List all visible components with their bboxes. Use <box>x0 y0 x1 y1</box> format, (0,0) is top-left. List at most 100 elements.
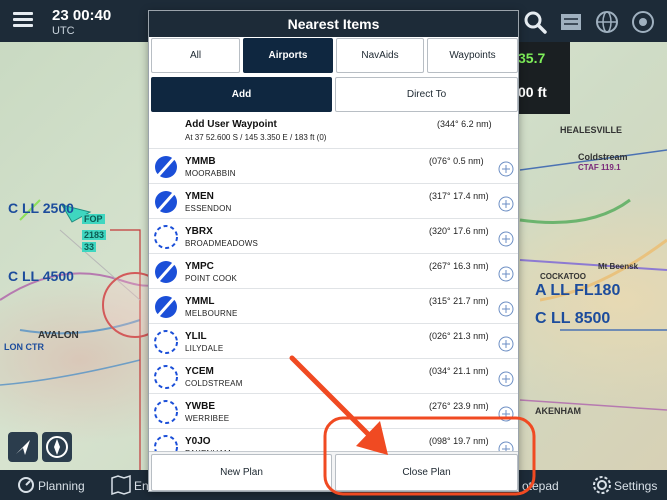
enroute-map-icon[interactable] <box>110 475 132 495</box>
planning-icon[interactable] <box>16 475 36 495</box>
direct-to-button[interactable]: Direct To <box>335 77 518 112</box>
map-label: CTAF 119.1 <box>578 163 621 172</box>
altitude-readout: 00 ft <box>518 84 547 100</box>
add-to-plan-icon[interactable] <box>498 301 514 317</box>
user-waypoint-coords: At 37 52.600 S / 145 3.350 E / 183 ft (0… <box>185 133 327 142</box>
airport-row[interactable]: YMML MELBOURNE (315° 21.7 nm) <box>149 289 518 324</box>
new-plan-button[interactable]: New Plan <box>151 454 332 491</box>
add-to-plan-icon[interactable] <box>498 231 514 247</box>
airport-row[interactable]: YLIL LILYDALE (026° 21.3 nm) <box>149 324 518 359</box>
airport-row[interactable]: YBRX BROADMEADOWS (320° 17.6 nm) <box>149 219 518 254</box>
add-to-plan-icon[interactable] <box>498 266 514 282</box>
airport-row[interactable]: Y0JOPAKENHAM(098° 19.7 nm) <box>149 429 518 451</box>
nav-planning-label[interactable]: Planning <box>38 479 85 493</box>
tab-all[interactable]: All <box>151 38 240 73</box>
chart-icon[interactable] <box>558 9 584 35</box>
airport-distance: (076° 0.5 nm) <box>429 156 484 166</box>
airport-name: BROADMEADOWS <box>185 239 259 248</box>
airport-name: MELBOURNE <box>185 309 238 318</box>
nav-notepad-label[interactable]: otepad <box>522 479 559 493</box>
navigation-arrow-icon <box>16 440 30 455</box>
map-label: FOP <box>82 214 105 224</box>
airport-code: YMPC <box>185 261 214 272</box>
filter-tabs: All Airports NavAids Waypoints <box>151 38 518 73</box>
dialog-footer: New Plan Close Plan <box>149 451 518 491</box>
tab-waypoints[interactable]: Waypoints <box>427 38 518 73</box>
airport-distance: (276° 23.9 nm) <box>429 401 489 411</box>
map-label: Coldstream <box>578 152 628 162</box>
compass-icon <box>46 436 68 458</box>
airport-row[interactable]: YCEM COLDSTREAM (034° 21.1 nm) <box>149 359 518 394</box>
map-label: COCKATOO <box>540 272 586 281</box>
nav-enroute-label[interactable]: En <box>134 479 149 493</box>
map-label: AVALON <box>38 330 79 341</box>
track-up-button[interactable] <box>8 432 38 462</box>
globe-icon[interactable] <box>594 9 620 35</box>
user-waypoint-title: Add User Waypoint <box>185 119 277 130</box>
airport-row[interactable]: YMPC POINT COOK (267° 16.3 nm) <box>149 254 518 289</box>
search-icon[interactable] <box>522 9 548 35</box>
dialog-title: Nearest Items <box>149 11 518 37</box>
non-towered-airport-icon <box>154 330 178 354</box>
map-label: 33 <box>82 242 97 252</box>
non-towered-airport-icon <box>154 435 178 451</box>
gear-icon[interactable] <box>592 475 612 495</box>
towered-airport-icon <box>155 191 177 213</box>
add-to-plan-icon[interactable] <box>498 441 514 451</box>
airport-distance: (034° 21.1 nm) <box>429 366 489 376</box>
airport-distance: (098° 19.7 nm) <box>429 436 489 446</box>
map-label: A LL FL180 <box>535 282 621 299</box>
non-towered-airport-icon <box>154 365 178 389</box>
airport-row[interactable]: YMEN ESSENDON (317° 17.4 nm) <box>149 184 518 219</box>
map-label: AKENHAM <box>535 406 581 416</box>
speed-readout: 35.7 <box>518 50 546 66</box>
airport-name: WERRIBEE <box>185 414 230 423</box>
airport-name: ESSENDON <box>185 204 232 213</box>
airport-name: COLDSTREAM <box>185 379 243 388</box>
add-button[interactable]: Add <box>151 77 332 112</box>
map-label: C LL 4500 <box>8 268 74 284</box>
add-to-plan-icon[interactable] <box>498 161 514 177</box>
add-user-waypoint-row[interactable]: Add User Waypoint At 37 52.600 S / 145 3… <box>149 115 518 149</box>
airport-code: YCEM <box>185 366 214 377</box>
airport-distance: (026° 21.3 nm) <box>429 331 489 341</box>
clock-time: 23 00:40 <box>52 7 112 24</box>
airport-distance: (267° 16.3 nm) <box>429 261 489 271</box>
towered-airport-icon <box>155 156 177 178</box>
tab-navaids[interactable]: NavAids <box>336 38 424 73</box>
user-waypoint-distance: (344° 6.2 nm) <box>437 119 492 129</box>
nav-settings-label[interactable]: Settings <box>614 479 657 493</box>
add-to-plan-icon[interactable] <box>498 336 514 352</box>
nearest-list[interactable]: Add User Waypoint At 37 52.600 S / 145 3… <box>149 115 518 451</box>
add-to-plan-icon[interactable] <box>498 406 514 422</box>
map-label: 2183 <box>82 230 107 240</box>
airport-name: POINT COOK <box>185 274 238 283</box>
towered-airport-icon <box>155 261 177 283</box>
add-to-plan-icon[interactable] <box>498 371 514 387</box>
map-label: C LL 2500 <box>8 200 74 216</box>
towered-airport-icon <box>155 296 177 318</box>
map-label: C LL 8500 <box>535 310 611 327</box>
map-label: LON CTR <box>4 342 44 352</box>
tab-airports[interactable]: Airports <box>243 38 333 73</box>
add-to-plan-icon[interactable] <box>498 196 514 212</box>
action-row: Add Direct To <box>151 77 518 112</box>
non-towered-airport-icon <box>154 400 178 424</box>
airport-distance: (315° 21.7 nm) <box>429 296 489 306</box>
airport-code: YMEN <box>185 191 214 202</box>
compass-button[interactable] <box>42 432 72 462</box>
airport-name: LILYDALE <box>185 344 224 353</box>
airport-row[interactable]: YWBE WERRIBEE (276° 23.9 nm) <box>149 394 518 429</box>
airport-code: Y0JO <box>185 436 211 447</box>
clock-zone: UTC <box>52 25 75 37</box>
airport-code: YLIL <box>185 331 207 342</box>
airport-code: YMMB <box>185 156 216 167</box>
airport-code: YBRX <box>185 226 213 237</box>
airport-code: YWBE <box>185 401 215 412</box>
nearest-items-dialog: Nearest Items All Airports NavAids Waypo… <box>148 10 519 492</box>
menu-icon[interactable] <box>13 12 33 28</box>
airport-name: MOORABBIN <box>185 169 236 178</box>
airport-row[interactable]: YMMB MOORABBIN (076° 0.5 nm) <box>149 149 518 184</box>
close-plan-button[interactable]: Close Plan <box>335 454 518 491</box>
layers-icon[interactable] <box>630 9 656 35</box>
